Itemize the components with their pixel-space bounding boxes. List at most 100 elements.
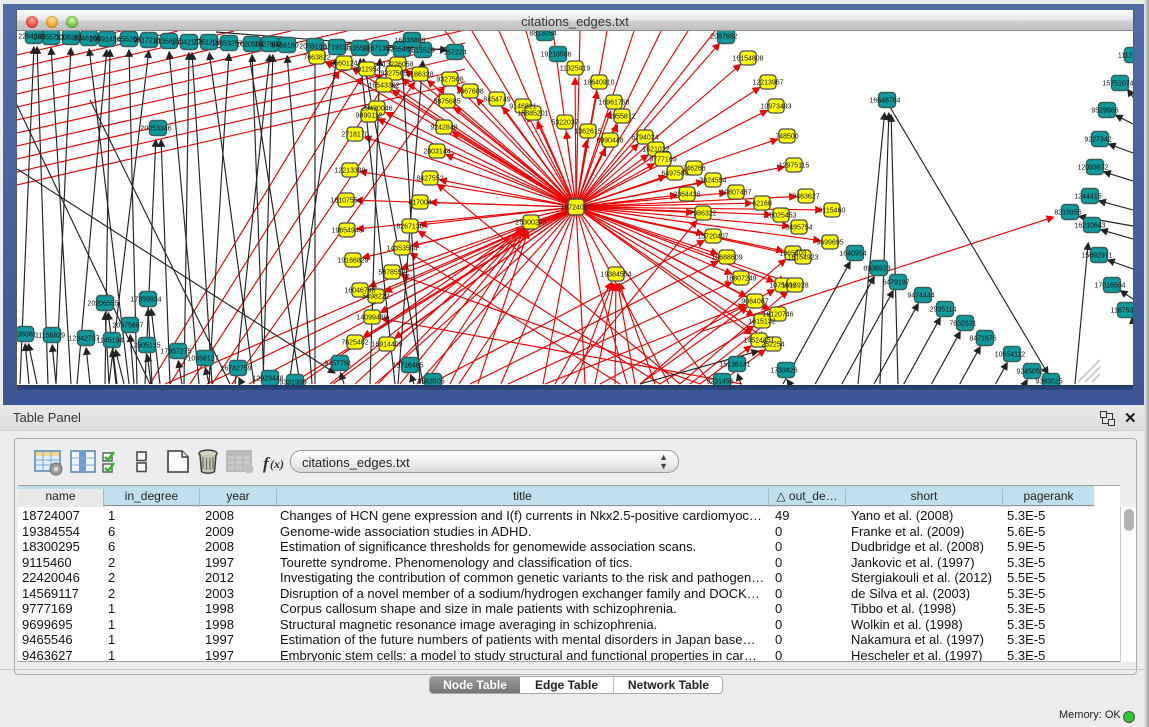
svg-text:20053346: 20053346: [140, 126, 171, 133]
svg-text:5498222: 5498222: [362, 294, 389, 301]
svg-text:3875685: 3875685: [433, 99, 460, 106]
svg-text:15885201: 15885201: [517, 111, 548, 118]
svg-text:9146821: 9146821: [509, 104, 536, 111]
svg-text:15716485: 15716485: [392, 363, 423, 370]
svg-text:1167534: 1167534: [1111, 308, 1133, 315]
svg-text:(x): (x): [270, 457, 284, 471]
svg-text:9115460: 9115460: [819, 208, 846, 215]
svg-text:9777169: 9777169: [649, 157, 676, 164]
svg-text:5322037: 5322037: [551, 120, 578, 127]
svg-text:20206555: 20206555: [87, 301, 118, 308]
svg-text:7986322: 7986322: [689, 211, 716, 218]
svg-text:19218586: 19218586: [540, 52, 571, 59]
svg-text:18640910: 18640910: [583, 80, 614, 87]
svg-text:12342737: 12342737: [68, 336, 99, 343]
svg-text:10688609: 10688609: [711, 255, 742, 262]
svg-text:7357224: 7357224: [439, 50, 466, 57]
svg-text:2364436: 2364436: [673, 192, 700, 199]
svg-text:14099489: 14099489: [356, 315, 387, 322]
svg-text:9327505: 9327505: [380, 71, 407, 78]
svg-text:23420046: 23420046: [361, 106, 392, 113]
svg-text:19654945: 19654945: [331, 228, 362, 235]
svg-text:8186328: 8186328: [406, 72, 433, 79]
svg-text:9474444: 9474444: [907, 293, 934, 300]
svg-text:16154923: 16154923: [787, 255, 818, 262]
svg-text:417004: 417004: [408, 200, 431, 207]
svg-text:8267130: 8267130: [396, 224, 423, 231]
svg-text:15720407: 15720407: [697, 234, 728, 241]
svg-text:1362615: 1362615: [574, 129, 601, 136]
svg-text:17016504: 17016504: [1094, 283, 1125, 290]
svg-text:8938923: 8938923: [863, 266, 890, 273]
svg-text:8466160: 8466160: [271, 43, 298, 50]
svg-text:2087682: 2087682: [710, 34, 737, 41]
svg-text:5878552: 5878552: [378, 270, 405, 277]
svg-text:9242848: 9242848: [430, 125, 457, 132]
svg-text:20975867: 20975867: [112, 323, 143, 330]
svg-text:16914409: 16914409: [371, 342, 402, 349]
svg-text:16210643: 16210643: [1074, 223, 1105, 230]
svg-text:8471676: 8471676: [969, 336, 996, 343]
svg-text:2718170: 2718170: [341, 132, 368, 139]
svg-text:19166829: 19166829: [337, 258, 368, 265]
svg-text:16107554: 16107554: [330, 198, 361, 205]
svg-text:16154808: 16154808: [732, 56, 763, 63]
svg-text:16782759: 16782759: [220, 366, 251, 373]
svg-text:9890112: 9890112: [356, 113, 383, 120]
svg-text:7955812: 7955812: [608, 114, 635, 121]
svg-text:2935114: 2935114: [930, 307, 957, 314]
svg-text:12093872: 12093872: [1077, 165, 1108, 172]
svg-text:10654112: 10654112: [995, 352, 1026, 359]
svg-text:12213389: 12213389: [334, 168, 365, 175]
svg-text:8215955: 8215955: [1054, 210, 1081, 217]
svg-text:252254: 252254: [761, 342, 784, 349]
svg-text:62160: 62160: [752, 201, 772, 208]
svg-text:7515526: 7515526: [407, 48, 434, 55]
svg-text:19384554: 19384554: [600, 272, 631, 279]
svg-text:10807487: 10807487: [720, 190, 751, 197]
svg-text:14353594: 14353594: [386, 246, 417, 253]
svg-text:8813054: 8813054: [529, 31, 556, 38]
svg-text:25300203: 25300203: [515, 220, 546, 227]
svg-text:13226058: 13226058: [382, 62, 413, 69]
svg-text:1244415: 1244415: [1074, 194, 1101, 201]
svg-text:1616928: 1616928: [781, 283, 808, 290]
svg-text:8427552: 8427552: [416, 176, 443, 183]
svg-text:6794024: 6794024: [631, 135, 658, 142]
svg-text:5495754: 5495754: [785, 225, 812, 232]
svg-text:10973493: 10973493: [760, 104, 791, 111]
svg-text:746266: 746266: [682, 166, 705, 173]
svg-text:6479197: 6479197: [882, 280, 909, 287]
svg-text:1621022: 1621022: [642, 147, 669, 154]
svg-text:1640954: 1640954: [839, 251, 866, 258]
svg-text:9699695: 9699695: [816, 240, 843, 247]
svg-text:18807249: 18807249: [725, 276, 756, 283]
svg-text:10958127: 10958127: [187, 356, 218, 363]
svg-text:9084067: 9084067: [741, 299, 768, 306]
svg-text:1935061: 1935061: [17, 332, 37, 339]
svg-text:8912954: 8912954: [353, 67, 380, 74]
svg-text:9457791: 9457791: [324, 361, 351, 368]
svg-text:16543362: 16543362: [368, 83, 399, 90]
svg-text:16961758: 16961758: [598, 100, 629, 107]
svg-text:7625402: 7625402: [341, 340, 368, 347]
svg-text:10025453: 10025453: [765, 213, 796, 220]
svg-text:2367608: 2367608: [456, 89, 483, 96]
svg-text:3624554: 3624554: [699, 178, 726, 185]
svg-text:12505135: 12505135: [129, 343, 160, 350]
svg-text:9327508: 9327508: [436, 77, 463, 84]
svg-text:9245052: 9245052: [1016, 369, 1043, 376]
svg-text:1615132: 1615132: [748, 319, 775, 326]
svg-text:1145194: 1145194: [97, 338, 124, 345]
svg-text:7663822: 7663822: [303, 55, 330, 62]
svg-text:1733426: 1733426: [770, 368, 797, 375]
svg-text:16033809: 16033809: [394, 38, 425, 45]
svg-text:748500: 748500: [775, 134, 798, 141]
svg-text:12213967: 12213967: [752, 80, 783, 87]
svg-text:15751074: 15751074: [1102, 81, 1133, 88]
svg-text:16648784: 16648784: [869, 98, 900, 105]
svg-text:16120746: 16120746: [762, 312, 793, 319]
svg-text:8454749: 8454749: [483, 97, 510, 104]
svg-text:9227342: 9227342: [1084, 137, 1111, 144]
svg-text:11156829: 11156829: [35, 333, 65, 340]
